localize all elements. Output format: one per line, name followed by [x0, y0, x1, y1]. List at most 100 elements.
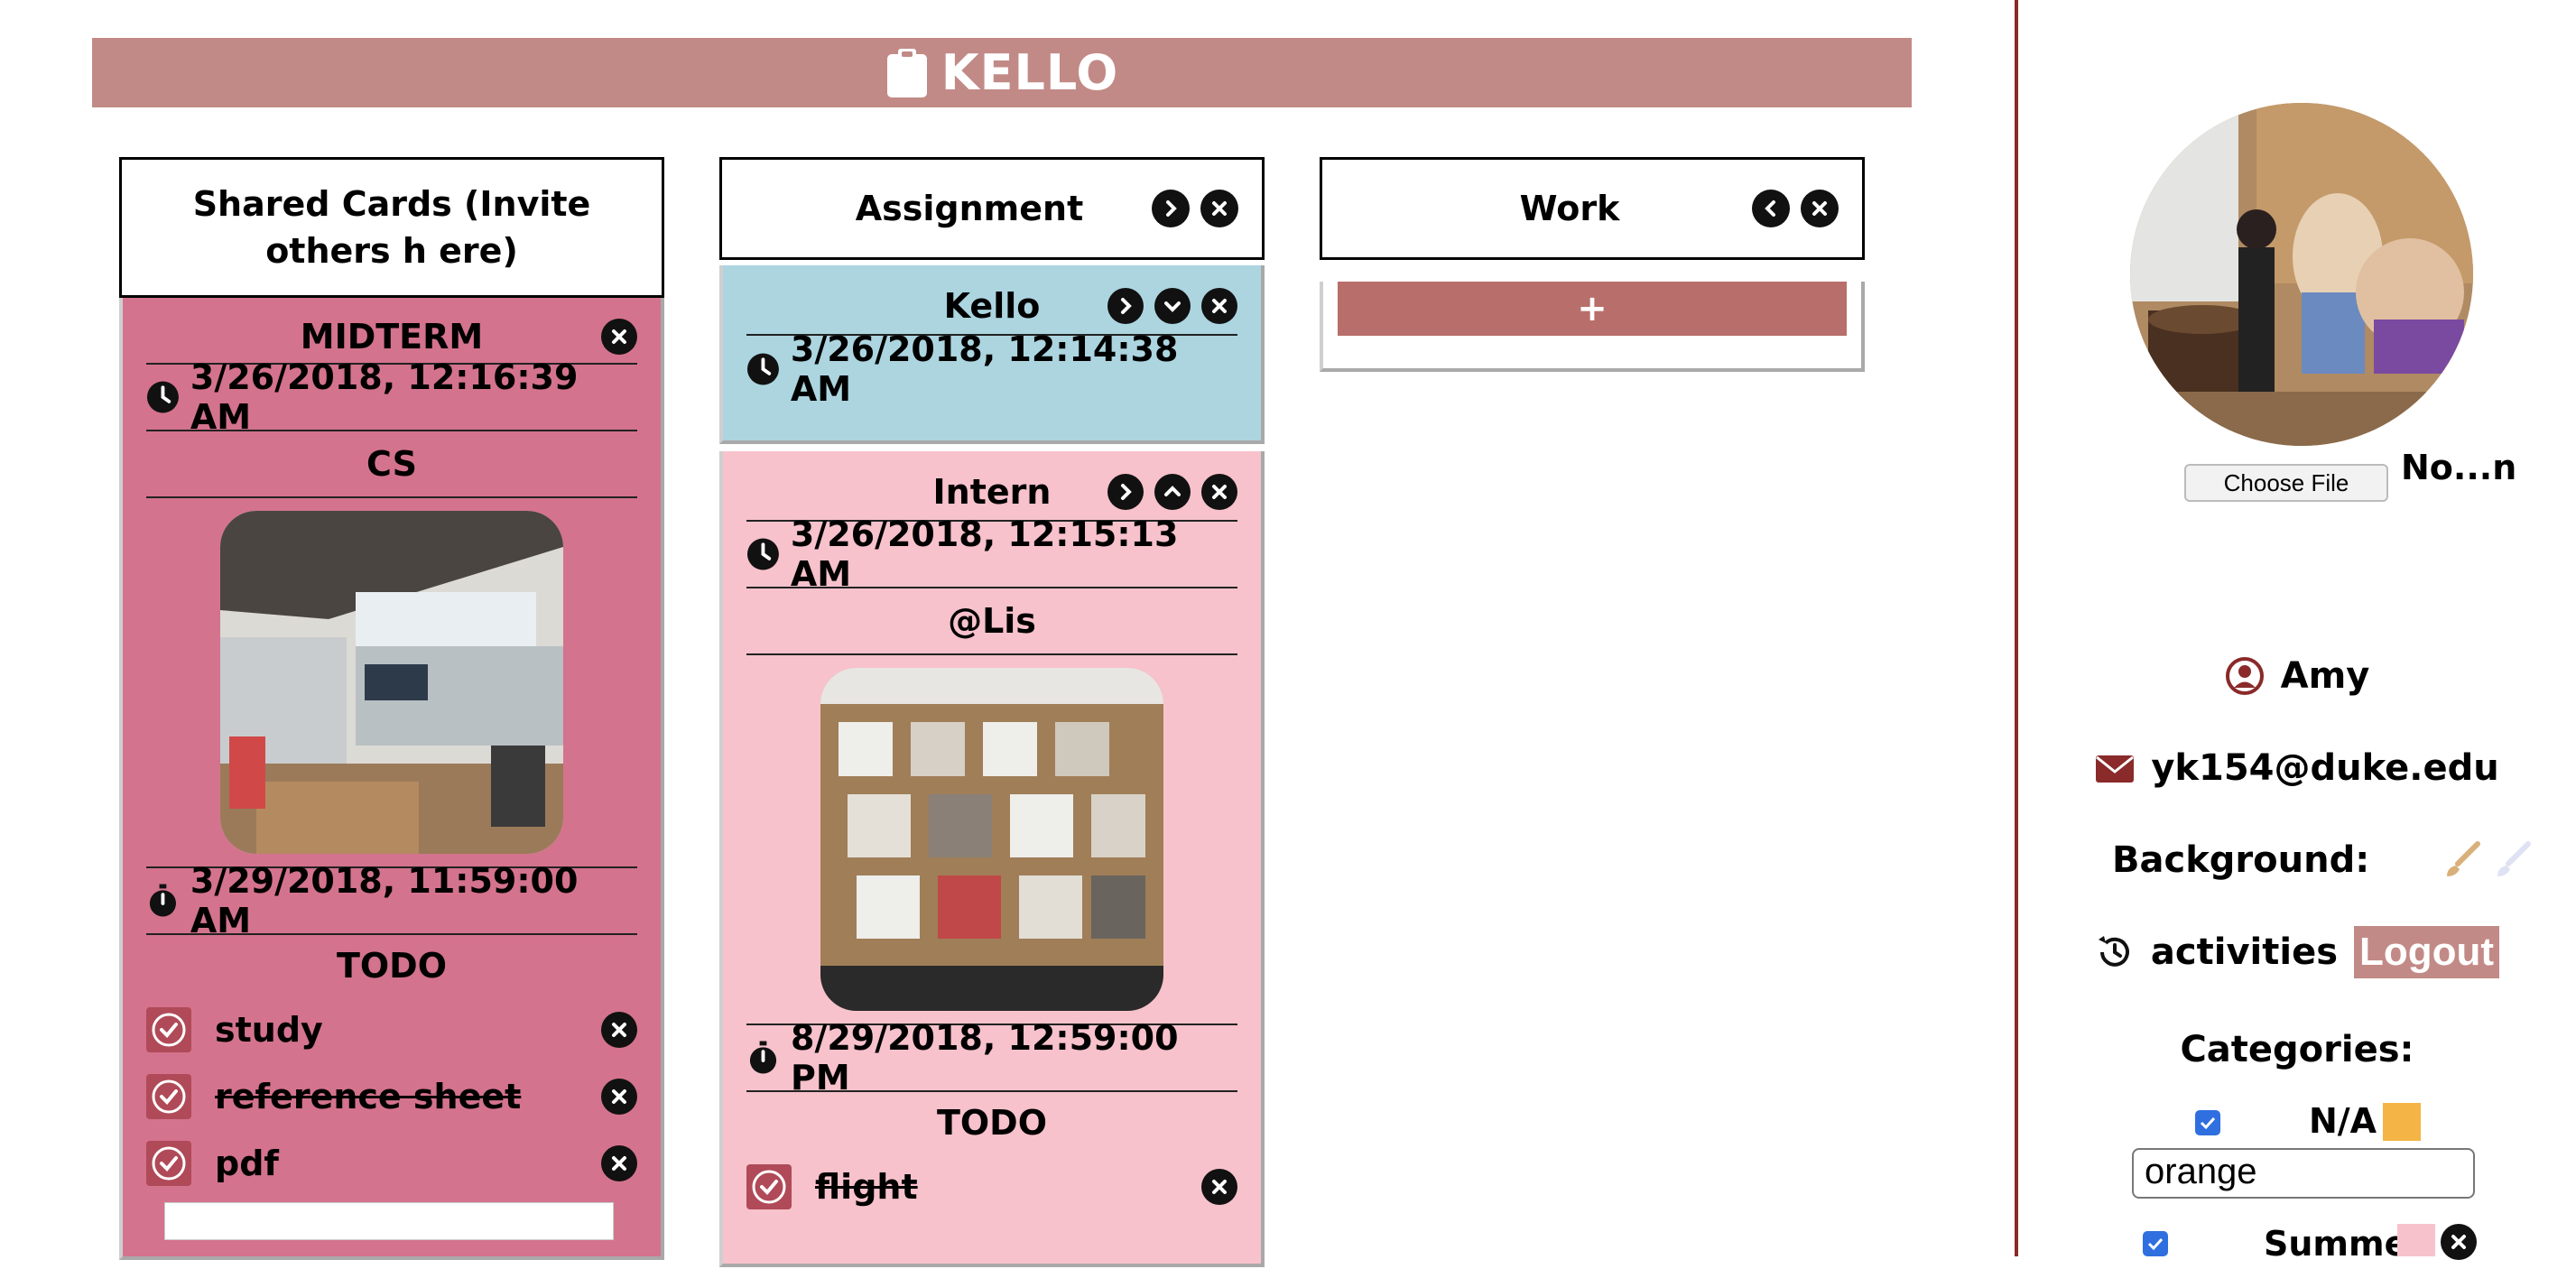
category-name-input[interactable]: orange: [2132, 1148, 2475, 1199]
app-header: KELLO: [92, 38, 1912, 107]
card-title[interactable]: Kello: [944, 286, 1041, 326]
checkbox-check-icon[interactable]: [146, 1007, 191, 1052]
add-card-area: +: [1320, 282, 1865, 372]
card-kello[interactable]: Kello 3/26/2018, 12:14:38 AM: [719, 265, 1265, 444]
chevron-right-icon[interactable]: [1107, 474, 1144, 510]
close-icon[interactable]: [1201, 288, 1237, 324]
card-created-row: 3/26/2018, 12:14:38 AM: [746, 329, 1237, 409]
card-photo-gallery[interactable]: [820, 668, 1163, 1011]
clock-icon: [146, 381, 179, 413]
close-icon[interactable]: [601, 319, 637, 355]
todo-text[interactable]: pdf: [215, 1144, 279, 1183]
todo-item[interactable]: flight: [746, 1153, 1237, 1220]
checkbox-check-icon[interactable]: [746, 1164, 792, 1209]
background-label: Background:: [2112, 839, 2370, 881]
card-title-row: Kello: [746, 278, 1237, 336]
close-icon[interactable]: [1201, 474, 1237, 510]
card-created-date: 3/26/2018, 12:15:13 AM: [790, 514, 1179, 594]
card-title-row: Intern: [746, 464, 1237, 522]
category-row: N/A: [2018, 1101, 2576, 1146]
card-category-row: CS: [146, 431, 637, 498]
list-title[interactable]: Shared Cards (Invite others h ere): [148, 181, 635, 274]
chevron-down-icon[interactable]: [1154, 288, 1191, 324]
choose-file-button[interactable]: Choose File: [2184, 464, 2388, 502]
activities-link[interactable]: activities: [2151, 931, 2338, 973]
chevron-up-icon[interactable]: [1154, 474, 1191, 510]
card-due-date: 8/29/2018, 12:59:00 PM: [791, 1018, 1179, 1098]
delete-todo-icon[interactable]: [601, 1145, 637, 1181]
chevron-right-icon[interactable]: [1152, 190, 1190, 227]
checkbox-check-icon[interactable]: [146, 1074, 191, 1119]
list-header: Work: [1320, 157, 1865, 260]
card-created-date: 3/26/2018, 12:16:39 AM: [190, 357, 579, 437]
stopwatch-icon: [149, 884, 177, 917]
todo-header: TODO: [146, 935, 637, 996]
delete-category-icon[interactable]: [2441, 1224, 2477, 1260]
plus-icon: +: [1577, 288, 1608, 329]
list-work: Work +: [1320, 157, 1865, 372]
chevron-left-icon[interactable]: [1752, 190, 1790, 227]
chevron-right-icon[interactable]: [1107, 288, 1144, 324]
todo-header: TODO: [746, 1092, 1237, 1153]
category-name: N/A: [2309, 1101, 2377, 1141]
history-icon[interactable]: [2095, 932, 2135, 972]
list-title[interactable]: Assignment: [856, 189, 1084, 228]
categories-header: Categories:: [2018, 1029, 2576, 1070]
list-title[interactable]: Work: [1520, 189, 1620, 228]
add-card-button[interactable]: +: [1338, 282, 1847, 336]
user-email: yk154@duke.edu: [2151, 747, 2499, 789]
todo-item[interactable]: study: [146, 996, 637, 1063]
background-row: Background:: [2018, 839, 2576, 881]
list-header: Assignment: [719, 157, 1265, 260]
activities-row: activities Logout: [2018, 926, 2576, 978]
category-row: Summer: [2018, 1224, 2576, 1269]
close-icon[interactable]: [1801, 190, 1839, 227]
user-circle-icon: [2225, 657, 2264, 695]
avatar[interactable]: [2130, 103, 2473, 446]
card-midterm[interactable]: MIDTERM 3/26/2018, 12:16:39 AM CS 3/29/2…: [119, 298, 664, 1260]
card-title-row: MIDTERM: [146, 310, 637, 365]
todo-label: TODO: [336, 946, 448, 986]
email-row: yk154@duke.edu: [2018, 747, 2576, 789]
todo-item[interactable]: reference sheet: [146, 1063, 637, 1130]
card-title[interactable]: MIDTERM: [301, 317, 483, 357]
delete-todo-icon[interactable]: [1201, 1169, 1237, 1205]
list-shared-cards: Shared Cards (Invite others h ere) MIDTE…: [119, 157, 664, 1260]
user-name-row: Amy: [2018, 655, 2576, 697]
category-checkbox[interactable]: [2143, 1231, 2168, 1256]
clock-icon: [746, 353, 779, 385]
todo-text[interactable]: flight: [815, 1167, 918, 1207]
card-created-date: 3/26/2018, 12:14:38 AM: [790, 329, 1179, 409]
checkbox-check-icon[interactable]: [146, 1141, 191, 1186]
logout-button[interactable]: Logout: [2354, 926, 2500, 978]
card-photo-row: [746, 655, 1237, 1025]
categories-label: Categories:: [2180, 1029, 2414, 1070]
close-icon[interactable]: [1200, 190, 1238, 227]
card-photo-cafe[interactable]: [220, 511, 563, 854]
category-color-swatch[interactable]: [2383, 1103, 2421, 1141]
clipboard-icon: [886, 48, 927, 97]
delete-todo-icon[interactable]: [601, 1079, 637, 1115]
paintbrush-lavender-icon[interactable]: [2492, 840, 2532, 880]
stopwatch-icon: [749, 1041, 777, 1074]
card-due-date: 3/29/2018, 11:59:00 AM: [190, 861, 579, 940]
list-header: Shared Cards (Invite others h ere): [119, 157, 664, 298]
card-created-row: 3/26/2018, 12:15:13 AM: [746, 514, 1237, 594]
paintbrush-beige-icon[interactable]: [2442, 840, 2481, 880]
todo-text[interactable]: study: [215, 1010, 323, 1050]
category-color-swatch[interactable]: [2397, 1224, 2435, 1256]
file-name: No...n: [2401, 448, 2517, 487]
new-todo-input[interactable]: [164, 1202, 614, 1240]
card-due-row: 3/29/2018, 11:59:00 AM: [146, 861, 637, 940]
clock-icon: [746, 538, 779, 570]
card-title[interactable]: Intern: [933, 472, 1052, 512]
card-intern[interactable]: Intern 3/26/2018, 12:15:13 AM @Lis 8/29/…: [719, 451, 1265, 1267]
todo-item[interactable]: pdf: [146, 1130, 637, 1197]
todo-text[interactable]: reference sheet: [215, 1077, 521, 1116]
category-checkbox[interactable]: [2195, 1110, 2220, 1135]
delete-todo-icon[interactable]: [601, 1012, 637, 1048]
todo-label: TODO: [936, 1103, 1048, 1143]
card-created-row: 3/26/2018, 12:16:39 AM: [146, 357, 637, 437]
card-category[interactable]: CS: [366, 444, 417, 484]
card-assignee[interactable]: @Lis: [948, 601, 1036, 641]
